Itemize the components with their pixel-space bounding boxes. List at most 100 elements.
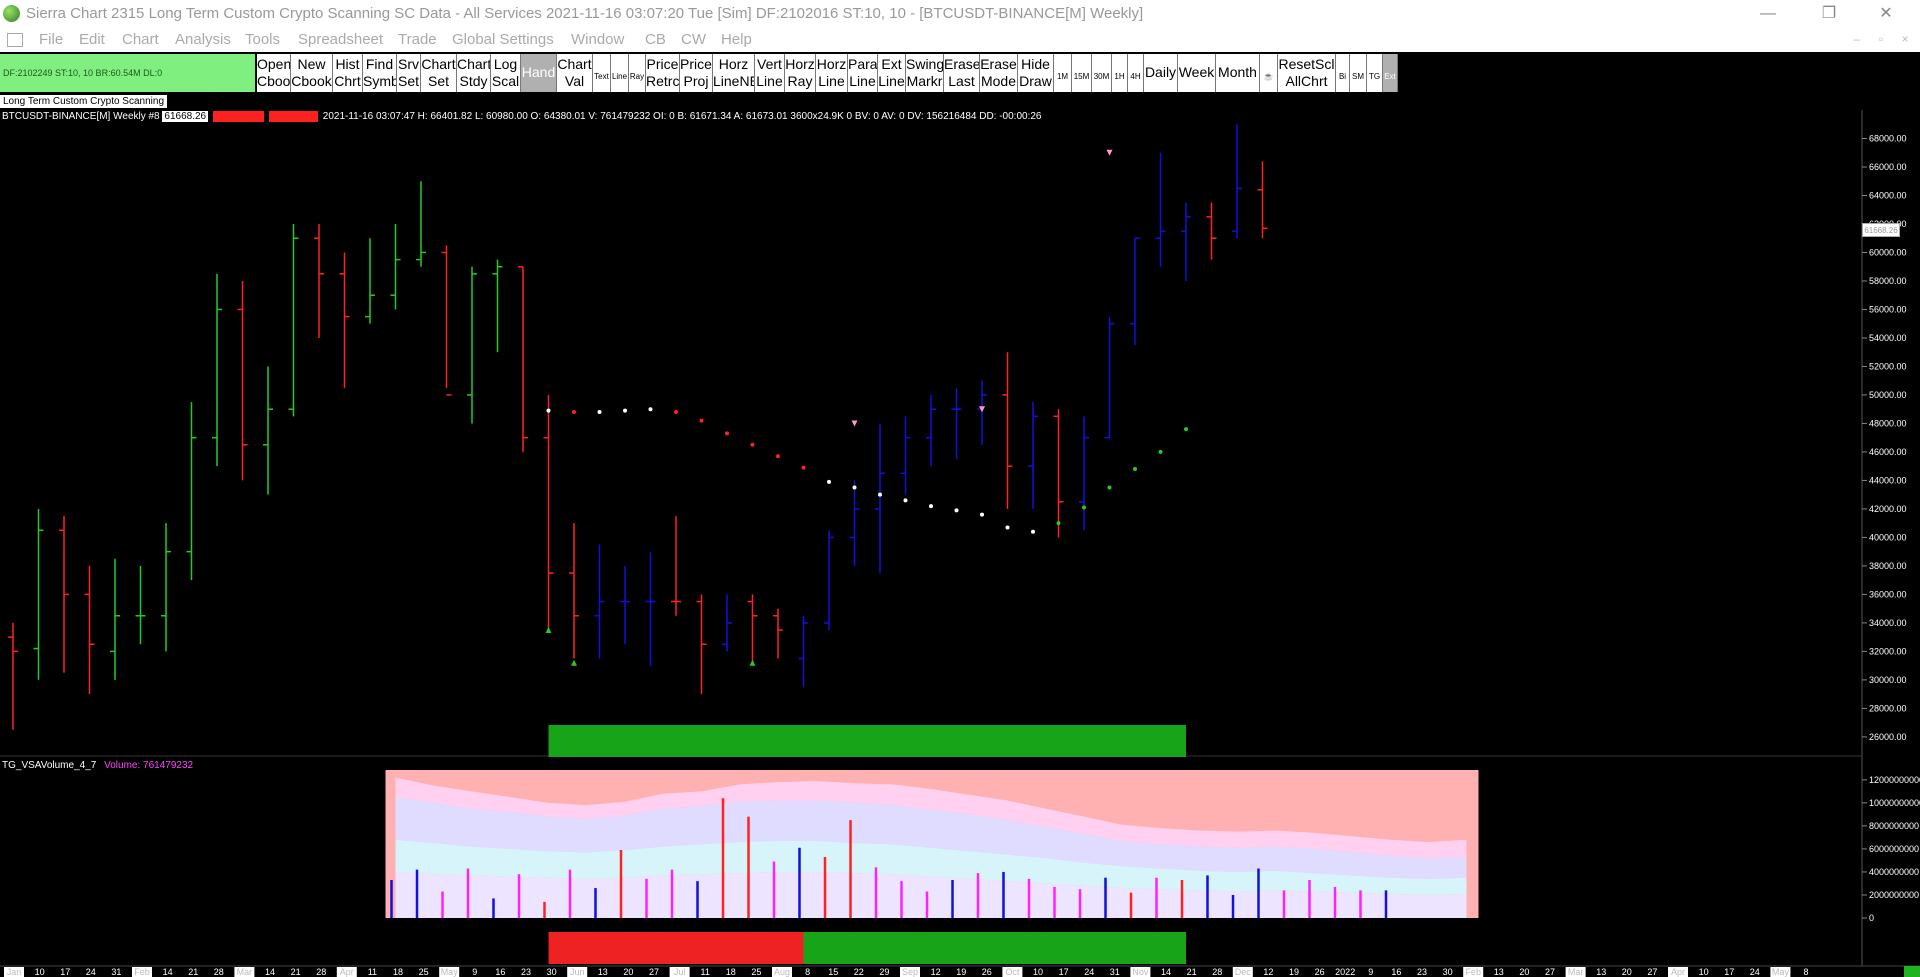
time-axis-label: 28 — [1212, 967, 1222, 977]
price-axis-label: 58000.00 — [1869, 276, 1907, 286]
time-axis-label: 27 — [1545, 967, 1555, 977]
time-axis-label: Jan — [7, 967, 22, 977]
time-axis-label: 13 — [598, 967, 608, 977]
price-axis-label: 64000.00 — [1869, 190, 1907, 200]
study-dot — [699, 418, 704, 423]
price-bar — [1130, 237, 1140, 346]
study-dot — [954, 508, 959, 513]
time-axis-label: 9 — [472, 967, 477, 977]
signal-band — [548, 725, 1186, 757]
price-axis-label: 44000.00 — [1869, 475, 1907, 485]
price-axis-label: 48000.00 — [1869, 418, 1907, 428]
study-dots — [546, 407, 1188, 534]
volume-axis: 0 2000000000 4000000000 6000000000 800000000… — [1862, 775, 1920, 923]
study-dot — [903, 498, 908, 503]
time-axis-label: 22 — [854, 967, 864, 977]
study-dot — [572, 410, 576, 415]
time-axis-label: 25 — [751, 967, 761, 977]
signal-up-arrow-icon — [749, 659, 756, 666]
price-bar — [1079, 416, 1089, 531]
time-axis-label: 29 — [879, 967, 889, 977]
study-dot — [1133, 467, 1137, 472]
price-axis-label: 28000.00 — [1869, 703, 1907, 713]
time-axis-label: 26 — [982, 967, 992, 977]
price-axis-label: 26000.00 — [1869, 732, 1907, 742]
price-bar — [875, 423, 885, 574]
price-bar — [645, 551, 656, 666]
time-axis-label: 27 — [1647, 967, 1657, 977]
price-bar — [84, 565, 95, 695]
time-axis-label: Oct — [1005, 967, 1020, 977]
time-axis-label: 21 — [291, 967, 301, 977]
time-axis-label: Dec — [1235, 967, 1252, 977]
time-axis-label: 8 — [1803, 967, 1808, 977]
time-axis-label: 21 — [188, 967, 198, 977]
time-axis-label: 12 — [1263, 967, 1273, 977]
price-bar — [33, 508, 44, 680]
study-dot — [1031, 529, 1035, 534]
price-bar — [365, 238, 375, 324]
time-axis-label: 16 — [495, 967, 505, 977]
connection-indicator — [1904, 966, 1920, 977]
price-axis-label: 40000.00 — [1869, 532, 1907, 542]
price-bar — [441, 245, 452, 396]
time-axis-label: Apr — [340, 967, 354, 977]
time-axis-label: 12 — [931, 967, 941, 977]
time-axis-label: 16 — [1391, 967, 1401, 977]
time-axis-label: 23 — [521, 967, 531, 977]
volume-axis-label: 10000000000 — [1869, 798, 1920, 808]
volume-axis-label: 2000000000 — [1869, 890, 1919, 900]
price-bar — [620, 565, 630, 645]
time-axis-label: 10 — [35, 967, 45, 977]
price-bar — [1206, 202, 1217, 260]
volume-axis-label: 0 — [1869, 913, 1874, 923]
price-axis-label: 38000.00 — [1869, 561, 1907, 571]
volume-axis-label: 8000000000 — [1869, 821, 1919, 831]
price-bar — [161, 523, 171, 652]
time-axis-label: 31 — [111, 967, 121, 977]
price-bar — [722, 594, 732, 652]
time-axis-label: 17 — [1059, 967, 1069, 977]
volume-signal-band — [548, 932, 804, 964]
time-axis-label: 24 — [1750, 967, 1760, 977]
price-bar — [900, 416, 911, 495]
time-axis-label: Jun — [570, 967, 585, 977]
time-axis-label: 24 — [1084, 967, 1094, 977]
time-axis-label: 2022 — [1335, 967, 1355, 977]
price-bar — [1257, 161, 1268, 239]
time-axis-label: 27 — [649, 967, 659, 977]
price-bar — [671, 516, 681, 616]
price-bar — [1232, 124, 1242, 239]
study-dot — [1005, 525, 1010, 530]
price-bar — [543, 394, 554, 631]
chart-canvas[interactable]: 26000.00 28000.00 30000.00 32000.00 34000.00… — [0, 0, 1920, 977]
time-axis-label: Jul — [674, 967, 686, 977]
time-axis-label: Feb — [1465, 967, 1481, 977]
study-dot — [1184, 427, 1188, 432]
time-axis-label: 13 — [1596, 967, 1606, 977]
time-axis-label: 25 — [419, 967, 429, 977]
time-axis-label: Mar — [237, 967, 253, 977]
time-axis-label: 30 — [1443, 967, 1453, 977]
time-axis-label: 11 — [701, 967, 710, 977]
study-dot — [648, 407, 653, 412]
time-axis-label: 13 — [1494, 967, 1504, 977]
signal-up-arrow-icon — [571, 659, 577, 666]
price-bar — [951, 387, 962, 460]
price-bar — [467, 266, 477, 424]
price-bar — [263, 366, 273, 495]
price-bar — [237, 280, 248, 481]
price-bar — [1028, 402, 1038, 509]
time-axis-label: 17 — [60, 967, 70, 977]
time-axis-label: Feb — [134, 967, 150, 977]
study-dot — [750, 442, 755, 447]
time-axis-label: 10 — [1033, 967, 1043, 977]
study-dot — [1107, 485, 1112, 490]
time-axis-label: 28 — [316, 967, 326, 977]
volume-axis-label: 12000000000 — [1869, 775, 1920, 785]
price-bar — [314, 223, 324, 338]
time-axis: Jan 10 17 24 31 Feb 14 21 28 Mar 14 21 28 Apr 11 18 25 Ma… — [4, 967, 1809, 977]
price-bar — [59, 516, 69, 673]
time-axis-label: 11 — [368, 967, 377, 977]
price-axis-label: 36000.00 — [1869, 589, 1907, 599]
